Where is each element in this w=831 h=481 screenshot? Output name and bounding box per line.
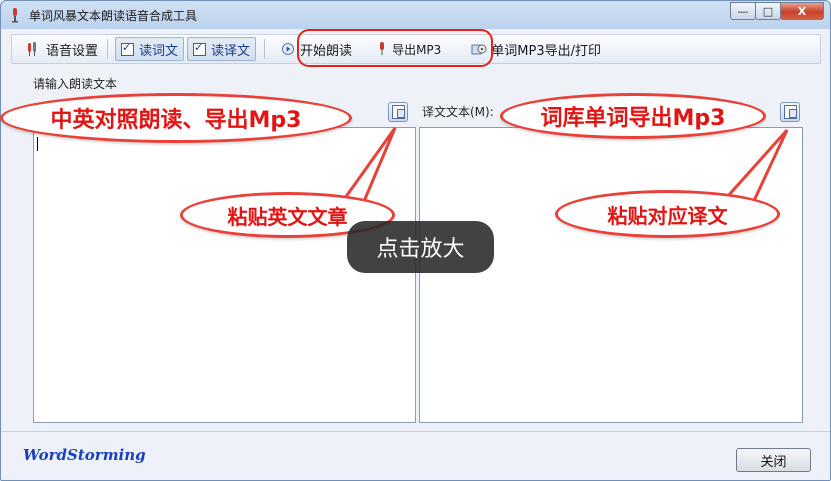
footer-bar: WordStorming 关闭 (1, 431, 830, 480)
paste-icon (391, 105, 405, 119)
play-icon (282, 43, 295, 55)
title-bar[interactable]: 单词风暴文本朗读语音合成工具 — □ X (1, 1, 830, 29)
maximize-button[interactable]: □ (755, 2, 781, 20)
voice-settings-label: 语音设置 (46, 43, 99, 59)
checkbox-checked-icon (193, 41, 207, 56)
highlight-frame (297, 29, 493, 67)
input-text-label: 请输入朗读文本 (33, 77, 118, 91)
read-translation-toggle[interactable]: 读译文 (187, 37, 257, 61)
voice-settings-button[interactable]: 语音设置 (22, 37, 103, 61)
english-text-input[interactable] (33, 127, 416, 423)
translation-text-input[interactable] (419, 127, 803, 423)
paste-icon (783, 105, 797, 119)
close-window-button[interactable]: X (780, 2, 824, 20)
minimize-button[interactable]: — (730, 2, 756, 20)
app-icon (12, 8, 18, 23)
text-caret (37, 137, 38, 151)
toolbar-separator (107, 39, 109, 59)
checkbox-checked-icon (121, 41, 135, 56)
window-title: 单词风暴文本朗读语音合成工具 (29, 9, 198, 23)
toolbar-separator (264, 39, 266, 59)
word-mp3-export-print-label: 单词MP3导出/打印 (491, 43, 602, 59)
voice-settings-icon (28, 42, 36, 56)
paste-translation-button[interactable] (780, 102, 800, 122)
translation-text-label: 译文文本(M): (422, 105, 494, 119)
callout-bilingual-export: 中英对照朗读、导出Mp3 (0, 93, 352, 143)
paste-english-button[interactable] (388, 102, 408, 122)
callout-paste-translation: 粘贴对应译文 (555, 190, 780, 238)
read-words-label: 读词文 (139, 43, 179, 59)
close-button[interactable]: 关闭 (736, 448, 811, 472)
read-translation-label: 读译文 (211, 43, 251, 59)
window-controls: — □ X (730, 2, 824, 20)
callout-wordbank-export: 词库单词导出Mp3 (500, 93, 766, 139)
brand-label: WordStorming (23, 446, 146, 464)
read-words-toggle[interactable]: 读词文 (115, 37, 185, 61)
zoom-hint-overlay[interactable]: 点击放大 (347, 221, 494, 273)
